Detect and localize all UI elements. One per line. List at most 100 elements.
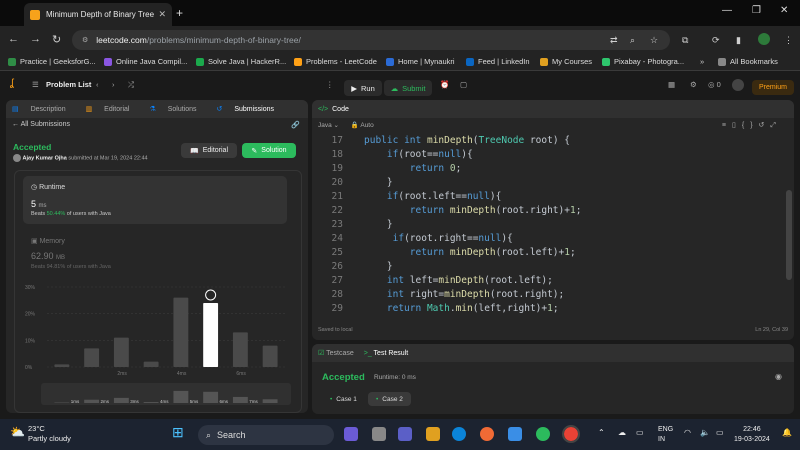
- tab-testcase[interactable]: ☑ Testcase: [318, 349, 354, 357]
- settings-icon[interactable]: ⚙: [690, 80, 697, 89]
- code-line[interactable]: 20 }: [312, 177, 794, 191]
- user-avatar[interactable]: [732, 79, 744, 91]
- prev-problem-icon[interactable]: ‹: [96, 80, 99, 89]
- runtime-card[interactable]: ◷ Runtime 5 ms Beats 50.44% of users wit…: [23, 176, 287, 224]
- tab-title: Minimum Depth of Binary Tree: [46, 10, 155, 19]
- chrome-icon[interactable]: [562, 425, 580, 443]
- editorial-button[interactable]: 📖 Editorial: [181, 143, 237, 158]
- browser-tab[interactable]: Minimum Depth of Binary Tree ✕: [24, 3, 172, 26]
- weather-widget[interactable]: ⛅ 23°C Partly cloudy: [10, 424, 71, 444]
- code-line[interactable]: 25 return minDepth(root.left)+1;: [312, 247, 794, 261]
- bookmark-star-icon[interactable]: ☆: [650, 35, 658, 46]
- app-icon[interactable]: [480, 427, 494, 441]
- eye-icon[interactable]: ◉: [775, 372, 782, 381]
- bookmark-item[interactable]: Solve Java | HackerR...: [196, 57, 286, 66]
- tab-description[interactable]: ▤ Description: [12, 105, 76, 113]
- onedrive-icon[interactable]: ☁: [618, 428, 626, 437]
- coins[interactable]: ◎ 0: [708, 80, 721, 89]
- site-info-icon[interactable]: ⚙: [82, 36, 88, 44]
- wifi-icon[interactable]: ◠: [684, 428, 691, 437]
- code-line[interactable]: 27 int left=minDepth(root.left);: [312, 275, 794, 289]
- back-icon[interactable]: ←: [8, 33, 19, 45]
- code-line[interactable]: 29 return Math.min(left,right)+1;: [312, 303, 794, 317]
- menu-icon[interactable]: ⋮: [784, 35, 793, 46]
- tab-editorial[interactable]: ▥ Editorial: [86, 105, 140, 113]
- link-icon[interactable]: 🔗: [291, 121, 300, 129]
- all-bookmarks[interactable]: All Bookmarks: [718, 57, 778, 66]
- battery-status-icon[interactable]: ▭: [716, 428, 724, 437]
- forward-icon[interactable]: →: [30, 33, 41, 45]
- bookmark-item[interactable]: Pixabay - Photogra...: [602, 57, 684, 66]
- bookmark-item[interactable]: Problems - LeetCode: [294, 57, 377, 66]
- sync-icon[interactable]: ⟳: [712, 35, 720, 46]
- close-tab-icon[interactable]: ✕: [158, 9, 166, 20]
- teams-icon[interactable]: [398, 427, 412, 441]
- task-view-icon[interactable]: [372, 427, 386, 441]
- minimize-icon[interactable]: —: [722, 5, 732, 16]
- restore-icon[interactable]: ❐: [752, 5, 761, 16]
- case-1-button[interactable]: • Case 1: [322, 392, 365, 406]
- premium-button[interactable]: Premium: [752, 80, 794, 95]
- next-problem-icon[interactable]: ›: [112, 80, 115, 89]
- battery-icon[interactable]: ▭: [636, 428, 644, 437]
- new-tab-icon[interactable]: +: [176, 6, 183, 20]
- layout-icon[interactable]: ▦: [668, 80, 675, 89]
- tab-test-result[interactable]: >_ Test Result: [364, 350, 408, 357]
- editor-scrollbar[interactable]: [786, 190, 792, 280]
- spring-icon[interactable]: [536, 427, 550, 441]
- sidebar-icon[interactable]: ▮: [736, 35, 741, 46]
- code-line[interactable]: 17 public int minDepth(TreeNode root) {: [312, 135, 794, 149]
- editor-actions-icon[interactable]: ≡▯{}↺⤢: [722, 121, 782, 130]
- notes-icon[interactable]: ▢: [460, 80, 467, 89]
- x-tick-label: 2ms: [117, 371, 127, 377]
- memory-label[interactable]: ▣ Memory: [31, 237, 65, 245]
- copilot-icon[interactable]: [344, 427, 358, 441]
- runtime-distribution-chart[interactable]: 30% 20% 10% 0% 2ms 4ms 6ms 1ms 2ms 3ms 4ms 5ms 6ms 7m…: [23, 281, 293, 411]
- code-line[interactable]: 26 }: [312, 261, 794, 275]
- more-bookmarks-icon[interactable]: »: [700, 57, 704, 66]
- zoom-icon[interactable]: ⌕: [630, 35, 635, 46]
- clock[interactable]: 22:46 19-03-2024: [734, 425, 770, 445]
- reload-icon[interactable]: ↻: [52, 33, 61, 46]
- start-icon[interactable]: ⊞: [172, 424, 184, 441]
- translate-icon[interactable]: ⇄: [610, 35, 618, 46]
- problem-list-link[interactable]: Problem List: [46, 80, 91, 89]
- code-line[interactable]: 21 if(root.left==null){: [312, 191, 794, 205]
- bookmark-item[interactable]: My Courses: [540, 57, 592, 66]
- shuffle-icon[interactable]: ⤮: [128, 80, 134, 90]
- leetcode-logo-icon[interactable]: ʆ: [10, 78, 14, 89]
- taskbar-search[interactable]: ⌕ Search: [198, 425, 334, 445]
- profile-avatar-icon[interactable]: [758, 33, 770, 45]
- volume-icon[interactable]: 🔈: [700, 428, 710, 437]
- extensions-icon[interactable]: ⧉: [682, 35, 688, 46]
- language-select[interactable]: Java ⌄: [318, 122, 339, 129]
- tray-expand-icon[interactable]: ⌃: [598, 428, 605, 437]
- drag-handle-icon[interactable]: ⋮: [326, 80, 334, 89]
- auto-mode[interactable]: 🔒 Auto: [351, 122, 374, 129]
- tab-submissions[interactable]: ↺ Submissions: [217, 105, 285, 113]
- bookmark-item[interactable]: Online Java Compil...: [104, 57, 187, 66]
- url-input[interactable]: ⚙ leetcode.com /problems/minimum-depth-o…: [72, 30, 670, 50]
- code-line[interactable]: 19 return 0;: [312, 163, 794, 177]
- run-button[interactable]: ▶ Run: [344, 80, 382, 96]
- code-line[interactable]: 18 if(root==null){: [312, 149, 794, 163]
- code-line[interactable]: 22 return minDepth(root.right)+1;: [312, 205, 794, 219]
- bookmark-item[interactable]: Feed | LinkedIn: [466, 57, 530, 66]
- case-2-button[interactable]: • Case 2: [368, 392, 411, 406]
- all-submissions-link[interactable]: ← All Submissions: [12, 121, 70, 128]
- code-line[interactable]: 24 if(root.right==null){: [312, 233, 794, 247]
- code-line[interactable]: 23 }: [312, 219, 794, 233]
- store-icon[interactable]: [508, 427, 522, 441]
- close-window-icon[interactable]: ✕: [780, 5, 788, 16]
- bookmark-item[interactable]: Practice | GeeksforG...: [8, 57, 96, 66]
- file-explorer-icon[interactable]: [426, 427, 440, 441]
- bookmark-item[interactable]: Home | Mynaukri: [386, 57, 455, 66]
- tab-solutions[interactable]: ⚗ Solutions: [149, 105, 206, 113]
- submit-button[interactable]: ☁ Submit: [384, 80, 432, 96]
- edge-icon[interactable]: [452, 427, 466, 441]
- notification-icon[interactable]: 🔔: [782, 428, 792, 437]
- language-indicator[interactable]: ENG IN: [658, 425, 673, 445]
- code-line[interactable]: 28 int right=minDepth(root.right);: [312, 289, 794, 303]
- timer-icon[interactable]: ⏰: [440, 80, 449, 89]
- solution-button[interactable]: ✎ Solution: [242, 143, 296, 158]
